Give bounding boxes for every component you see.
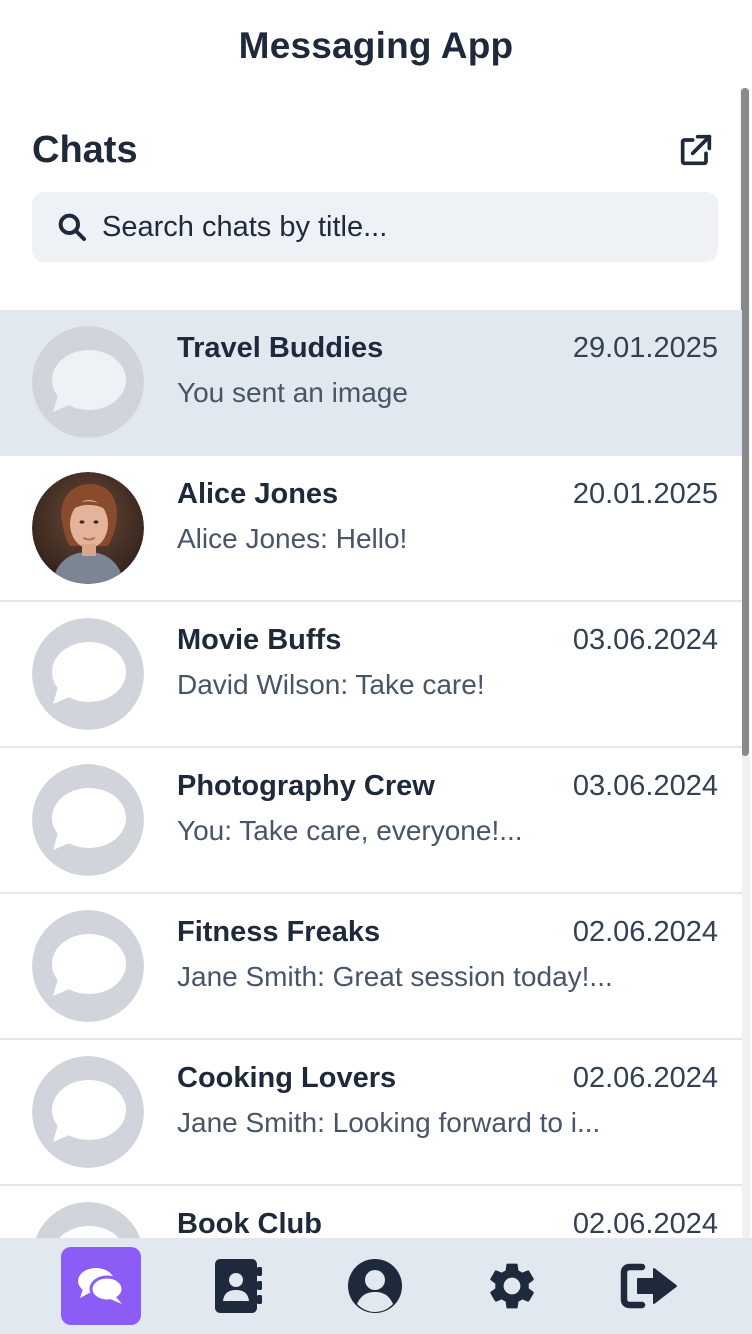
external-link-icon [680, 134, 712, 166]
settings-icon [490, 1263, 534, 1309]
user-photo-avatar [32, 472, 144, 584]
chat-date: 02.06.2024 [572, 1208, 718, 1238]
chat-title: Cooking Lovers [177, 1062, 397, 1094]
nav-profile[interactable] [335, 1247, 415, 1325]
chat-list: Travel Buddies 29.01.2025 You sent an im… [0, 310, 742, 1238]
group-avatar-icon [32, 618, 144, 730]
chat-date: 03.06.2024 [572, 624, 718, 656]
chat-item-photography-crew[interactable]: Photography Crew 03.06.2024 You: Take ca… [0, 748, 742, 894]
chat-date: 29.01.2025 [572, 332, 718, 364]
chat-preview: You sent an image [177, 377, 408, 408]
group-avatar-icon [32, 326, 144, 438]
chat-item-fitness-freaks[interactable]: Fitness Freaks 02.06.2024 Jane Smith: Gr… [0, 894, 742, 1040]
group-avatar-icon [32, 1056, 144, 1168]
chats-header: Chats [32, 120, 718, 180]
chat-preview: You: Take care, everyone!... [177, 815, 523, 846]
bottom-nav [0, 1238, 752, 1334]
chat-item-alice-jones[interactable]: Alice Jones 20.01.2025 Alice Jones: Hell… [0, 456, 742, 602]
chat-date: 02.06.2024 [572, 1062, 718, 1094]
chat-title: Fitness Freaks [177, 916, 381, 948]
nav-chats[interactable] [61, 1247, 141, 1325]
app-title: Messaging App [238, 25, 514, 66]
chat-preview: Jane Smith: Great session today!... [177, 961, 613, 992]
chat-date: 02.06.2024 [572, 916, 718, 948]
chat-title: Photography Crew [177, 770, 435, 802]
nav-logout[interactable] [609, 1247, 689, 1325]
scrollbar-thumb[interactable] [741, 88, 749, 756]
chats-title: Chats [32, 128, 138, 171]
chats-icon [78, 1268, 125, 1304]
search-input[interactable] [102, 210, 702, 244]
chat-item-travel-buddies[interactable]: Travel Buddies 29.01.2025 You sent an im… [0, 310, 742, 456]
profile-icon [348, 1259, 402, 1313]
chat-title: Alice Jones [177, 478, 339, 510]
search-icon [56, 210, 90, 244]
nav-settings[interactable] [472, 1247, 552, 1325]
app-header: Messaging App [0, 0, 752, 92]
new-chat-button[interactable] [674, 128, 718, 172]
chat-date: 03.06.2024 [572, 770, 718, 802]
chat-title: Book Club [177, 1208, 322, 1238]
logout-icon [620, 1263, 677, 1309]
chat-preview: David Wilson: Take care! [177, 669, 485, 700]
group-avatar-icon [32, 764, 144, 876]
chat-preview: Jane Smith: Looking forward to i... [177, 1107, 601, 1138]
group-avatar-icon [32, 910, 144, 1022]
search-bar[interactable] [32, 192, 718, 262]
chat-item-cooking-lovers[interactable]: Cooking Lovers 02.06.2024 Jane Smith: Lo… [0, 1040, 742, 1186]
messaging-app: Messaging App Chats Search chats by titl… [0, 0, 752, 1334]
chat-item-movie-buffs[interactable]: Movie Buffs 03.06.2024 David Wilson: Tak… [0, 602, 742, 748]
nav-contacts[interactable] [198, 1247, 278, 1325]
chat-title: Travel Buddies [177, 332, 384, 364]
group-avatar-icon [32, 1202, 144, 1238]
contacts-icon [215, 1259, 262, 1313]
chat-title: Movie Buffs [177, 624, 342, 656]
chat-date: 20.01.2025 [572, 478, 718, 510]
chat-item-book-club[interactable]: Book Club 02.06.2024 [0, 1186, 742, 1238]
chat-preview: Alice Jones: Hello! [177, 523, 408, 554]
